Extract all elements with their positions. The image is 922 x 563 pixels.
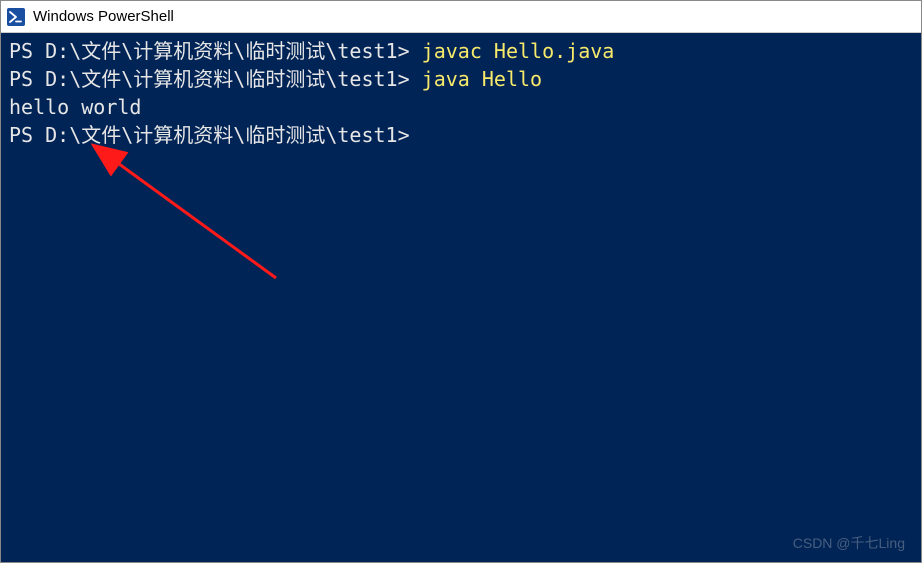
title-bar[interactable]: Windows PowerShell	[1, 1, 921, 33]
powershell-window: Windows PowerShell PS D:\文件\计算机资料\临时测试\t…	[0, 0, 922, 563]
terminal-line: PS D:\文件\计算机资料\临时测试\test1> javac Hello.j…	[9, 37, 913, 65]
command-text: java Hello	[422, 67, 542, 91]
terminal-line: PS D:\文件\计算机资料\临时测试\test1> java Hello	[9, 65, 913, 93]
prompt-text: PS D:\文件\计算机资料\临时测试\test1>	[9, 39, 422, 63]
terminal-line: PS D:\文件\计算机资料\临时测试\test1>	[9, 121, 913, 149]
terminal-line: hello world	[9, 93, 913, 121]
watermark-text: CSDN @千七Ling	[793, 534, 905, 554]
command-text: javac Hello.java	[422, 39, 615, 63]
window-title: Windows PowerShell	[33, 8, 174, 25]
prompt-text: PS D:\文件\计算机资料\临时测试\test1>	[9, 123, 410, 147]
output-text: hello world	[9, 95, 141, 119]
prompt-text: PS D:\文件\计算机资料\临时测试\test1>	[9, 67, 422, 91]
terminal-area[interactable]: PS D:\文件\计算机资料\临时测试\test1> javac Hello.j…	[1, 33, 921, 562]
powershell-icon	[7, 8, 25, 26]
